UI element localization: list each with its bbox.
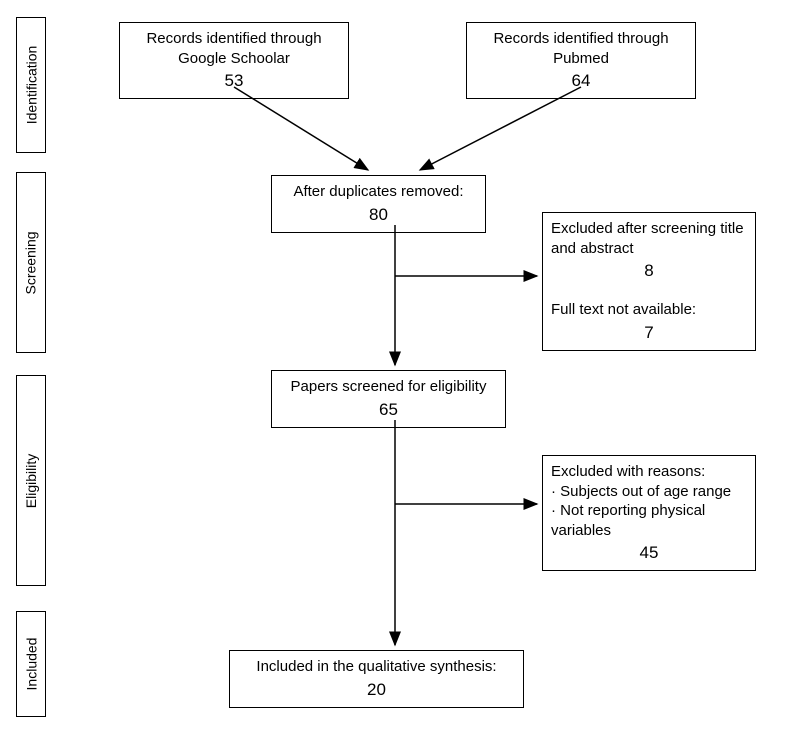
stage-screening: Screening [16, 172, 46, 353]
box-included-label: Included in the qualitative synthesis: [238, 657, 515, 677]
screen-exclude-label1: Excluded after screening title and abstr… [551, 219, 747, 258]
screen-exclude-value2: 7 [551, 322, 747, 344]
box-pubmed: Records identified through Pubmed 64 [466, 22, 696, 99]
box-eligibility: Papers screened for eligibility 65 [271, 370, 506, 428]
elig-exclude-reason2: · Not reporting physical variables [551, 501, 747, 540]
stage-included: Included [16, 611, 46, 717]
box-pubmed-value: 64 [475, 70, 687, 92]
stage-included-label: Included [23, 638, 39, 691]
box-dedup: After duplicates removed: 80 [271, 175, 486, 233]
box-eligibility-value: 65 [280, 399, 497, 421]
box-included: Included in the qualitative synthesis: 2… [229, 650, 524, 708]
stage-eligibility: Eligibility [16, 375, 46, 586]
box-google-label: Records identified through Google School… [128, 29, 340, 68]
box-pubmed-label: Records identified through Pubmed [475, 29, 687, 68]
box-dedup-value: 80 [280, 204, 477, 226]
box-eligibility-label: Papers screened for eligibility [280, 377, 497, 397]
box-elig-exclude: Excluded with reasons: · Subjects out of… [542, 455, 756, 571]
stage-identification: Identification [16, 17, 46, 153]
elig-exclude-value: 45 [551, 542, 747, 564]
flow-arrows [0, 0, 790, 736]
stage-eligibility-label: Eligibility [23, 453, 39, 507]
box-screen-exclude: Excluded after screening title and abstr… [542, 212, 756, 351]
elig-exclude-label: Excluded with reasons: [551, 462, 747, 482]
box-google: Records identified through Google School… [119, 22, 349, 99]
stage-screening-label: Screening [23, 231, 39, 294]
screen-exclude-value1: 8 [551, 260, 747, 282]
box-included-value: 20 [238, 679, 515, 701]
box-google-value: 53 [128, 70, 340, 92]
screen-exclude-label2: Full text not available: [551, 300, 747, 320]
stage-identification-label: Identification [23, 46, 39, 125]
box-dedup-label: After duplicates removed: [280, 182, 477, 202]
elig-exclude-reason1: · Subjects out of age range [551, 482, 747, 502]
